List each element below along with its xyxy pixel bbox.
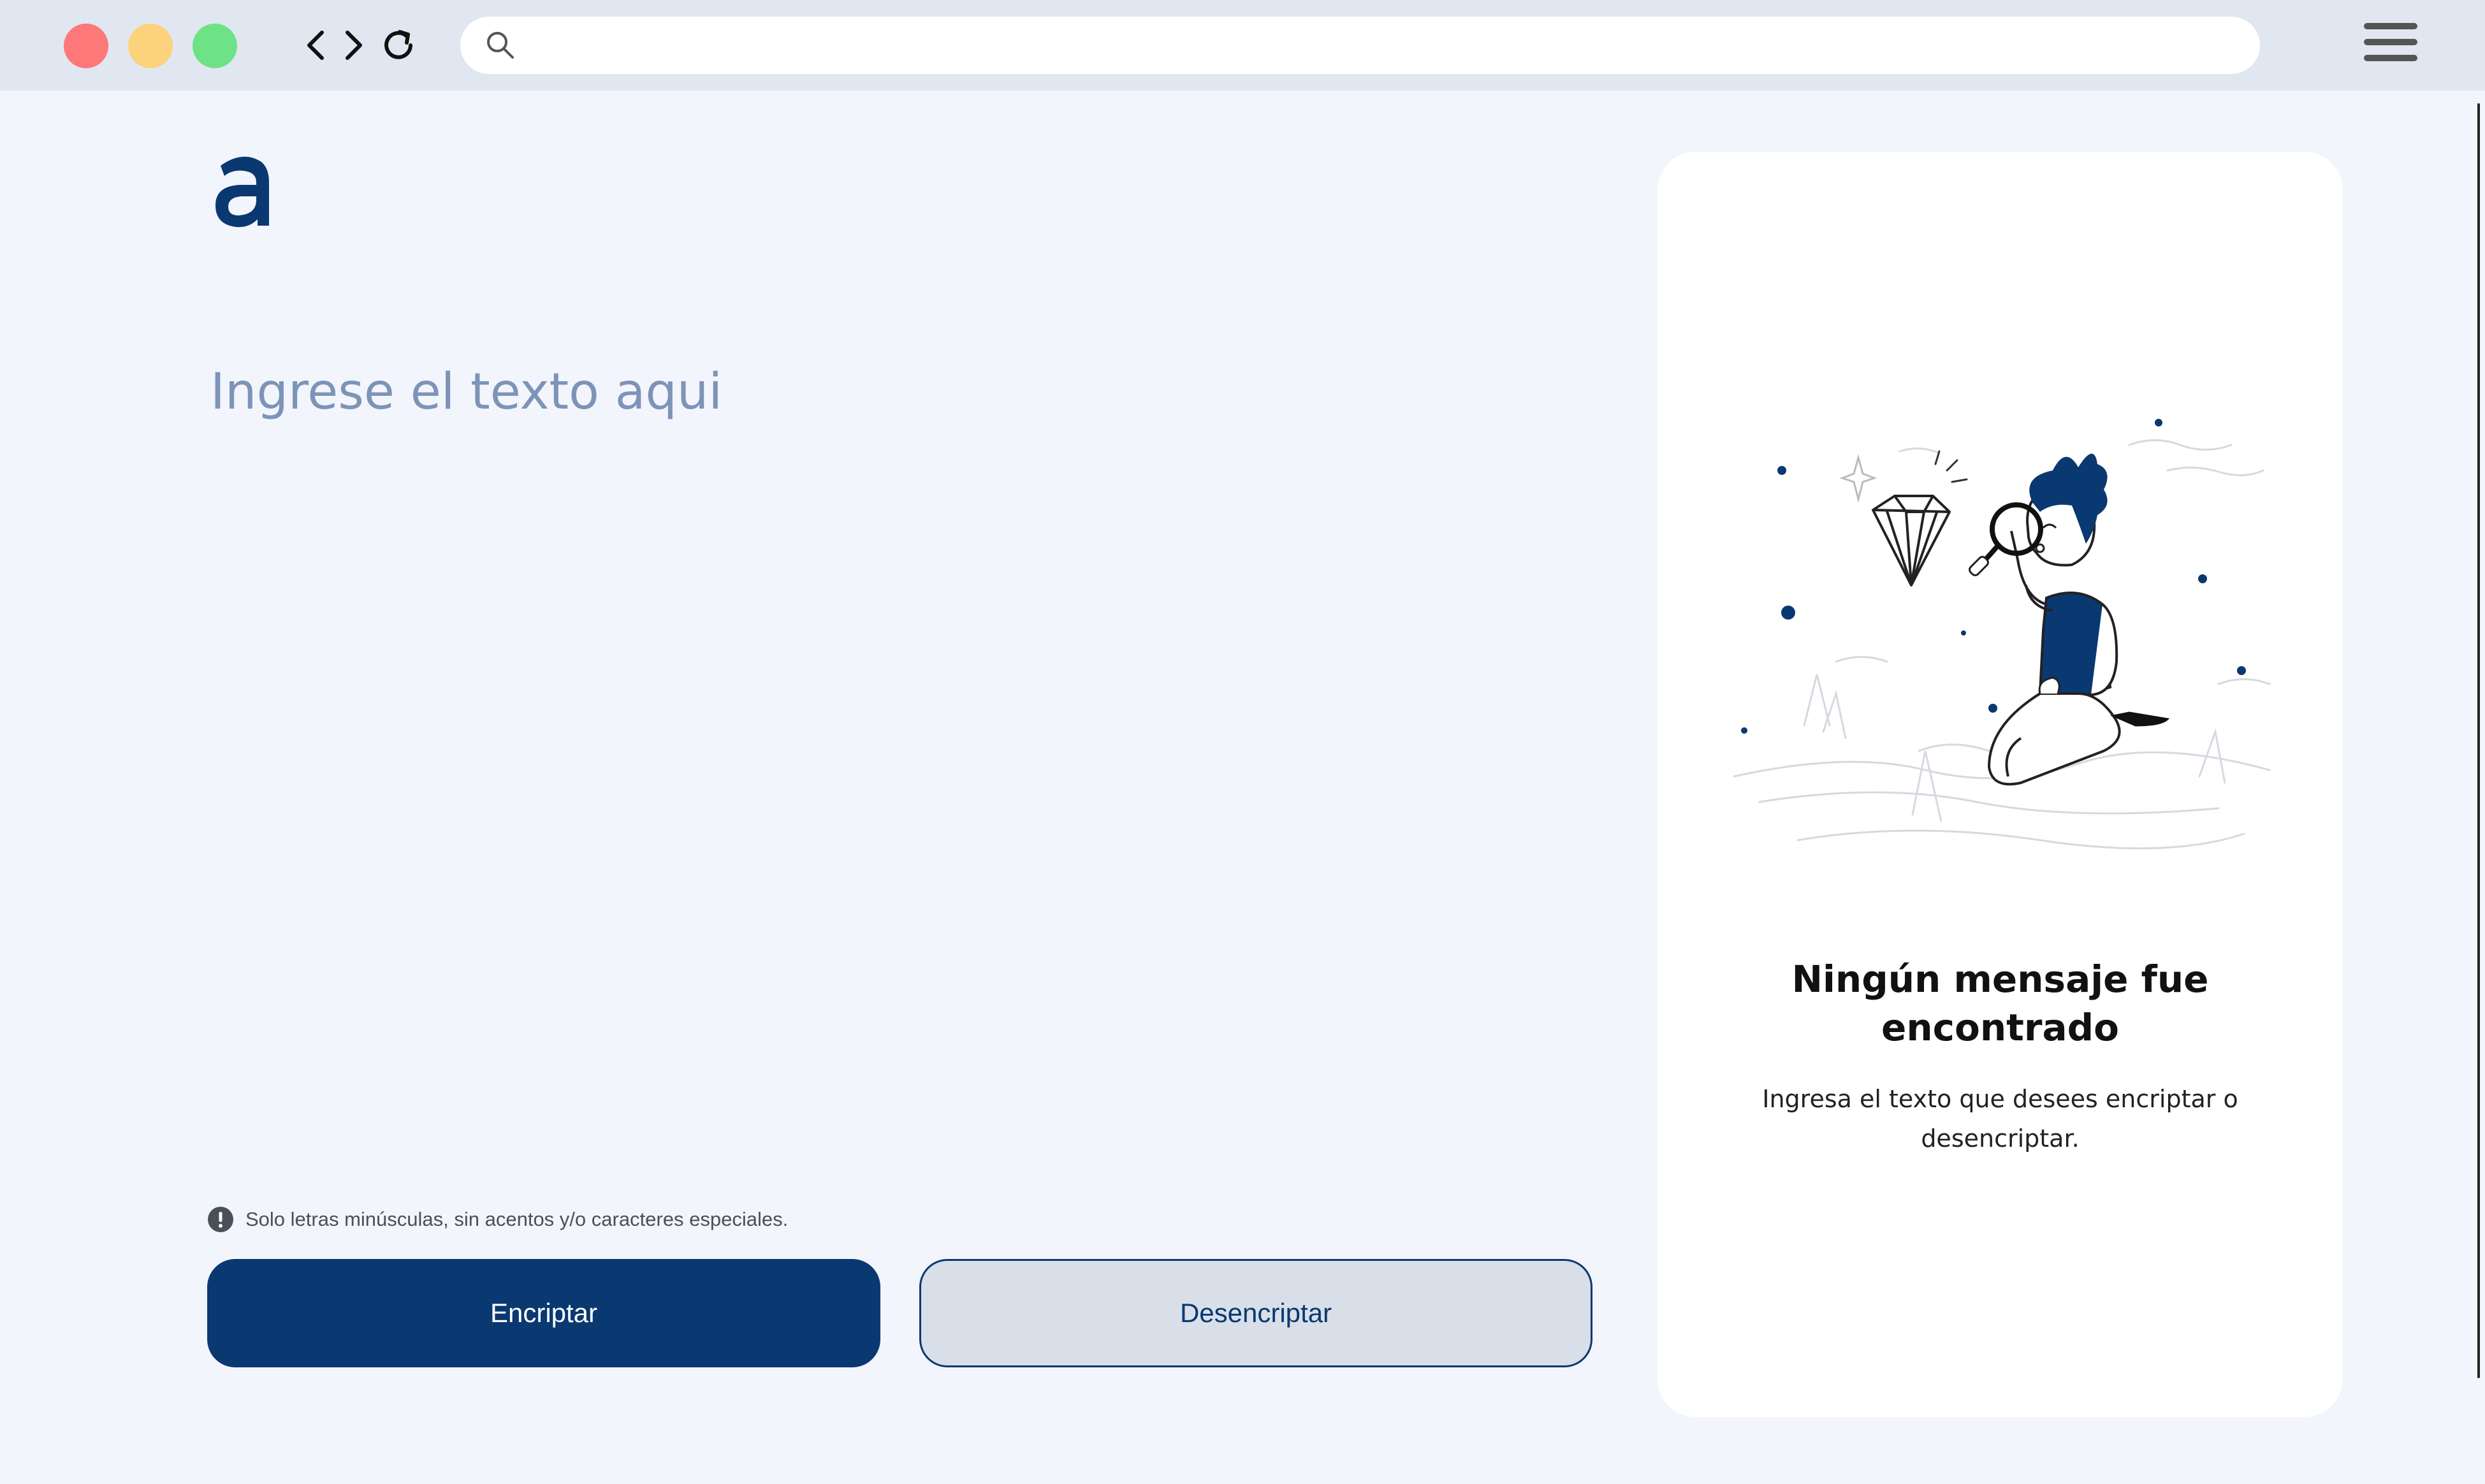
exclamation-icon [207, 1206, 234, 1233]
encrypt-button[interactable]: Encriptar [207, 1259, 880, 1367]
empty-state-subtitle: Ingresa el texto que desees encriptar o … [1762, 1085, 2238, 1153]
minimize-window-button[interactable] [128, 24, 173, 68]
forward-icon[interactable] [335, 23, 373, 68]
input-hint: Solo letras minúsculas, sin acentos y/o … [207, 1205, 788, 1234]
warning-text: Solo letras minúsculas, sin acentos y/o … [245, 1208, 789, 1230]
empty-state-title: Ningún mensaje fue encontrado [1791, 957, 2209, 1049]
decrypt-button[interactable]: Desencriptar [919, 1259, 1592, 1367]
browser-toolbar [0, 0, 2485, 91]
person-searching-diamond-illustration [1721, 394, 2282, 904]
output-panel: Ningún mensaje fue encontrado Ingresa el… [1658, 152, 2343, 1417]
page-scrollbar[interactable] [2477, 103, 2480, 1378]
address-bar[interactable] [460, 17, 2260, 74]
encrypt-button-label: Encriptar [490, 1298, 598, 1328]
search-icon [485, 29, 516, 61]
url-input[interactable] [530, 23, 2241, 69]
hamburger-menu-icon[interactable] [2364, 23, 2417, 68]
back-icon[interactable] [296, 23, 335, 68]
reload-icon[interactable] [381, 23, 419, 68]
close-window-button[interactable] [64, 24, 108, 68]
alura-logo-icon[interactable] [210, 147, 274, 229]
decrypt-button-label: Desencriptar [1179, 1298, 1332, 1328]
message-textarea[interactable] [210, 363, 1581, 1128]
maximize-window-button[interactable] [193, 24, 237, 68]
